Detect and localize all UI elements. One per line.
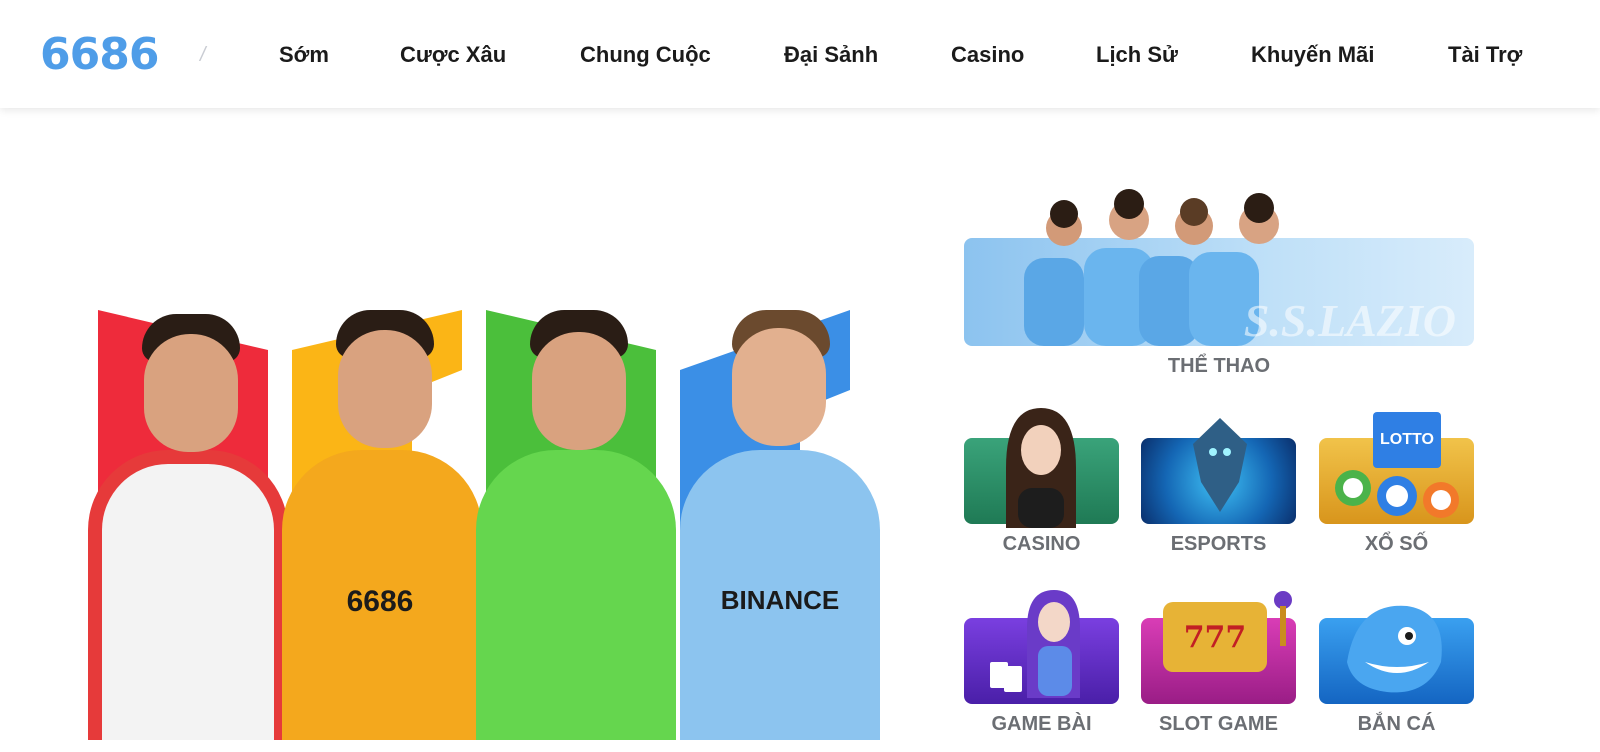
nav-item-khuyen-mai[interactable]: Khuyến Mãi bbox=[1251, 38, 1374, 72]
category-casino[interactable]: CASINO bbox=[964, 408, 1119, 558]
nav-item-dai-sanh[interactable]: Đại Sảnh bbox=[784, 38, 878, 72]
category-game-bai[interactable]: GAME BÀI bbox=[964, 588, 1119, 738]
player-figure bbox=[88, 310, 288, 740]
player-card-wolfsburg[interactable] bbox=[476, 310, 676, 740]
player-face bbox=[144, 334, 238, 452]
esports-warrior-icon bbox=[1193, 418, 1247, 512]
lazio-banner-text: S.S.LAZIO bbox=[1243, 295, 1456, 346]
player-shirt bbox=[476, 450, 676, 740]
category-label: XỔ SỐ bbox=[1364, 533, 1429, 555]
nav-item-tai-tro[interactable]: Tài Trợ bbox=[1448, 38, 1522, 72]
category-label: GAME BÀI bbox=[991, 713, 1092, 735]
hero-players: 6686 BINANCE bbox=[40, 180, 920, 740]
lottery-balls-icon bbox=[1335, 470, 1459, 518]
category-ban-ca[interactable]: BẮN CÁ bbox=[1319, 588, 1474, 738]
category-label: BẮN CÁ bbox=[1357, 713, 1436, 735]
category-slot-game[interactable]: 777 SLOT GAME bbox=[1141, 588, 1296, 738]
category-label: THỂ THAO bbox=[1167, 355, 1271, 377]
player-card-lazio[interactable]: BINANCE bbox=[680, 310, 880, 740]
card-game-girl-icon bbox=[990, 590, 1080, 698]
player-face bbox=[338, 330, 432, 448]
main-nav: Sớm Cược Xâu Chung Cuộc Đại Sảnh Casino … bbox=[0, 38, 1600, 72]
slot-machine-icon: 777 bbox=[1163, 602, 1267, 672]
category-label: SLOT GAME bbox=[1159, 713, 1278, 735]
category-esports[interactable]: ESPORTS bbox=[1141, 408, 1296, 558]
nav-item-casino[interactable]: Casino bbox=[951, 38, 1024, 72]
player-face bbox=[532, 332, 626, 450]
sports-banner-image: S.S.LAZIO bbox=[964, 238, 1474, 346]
player-figure: 6686 bbox=[282, 310, 482, 740]
category-the-thao[interactable]: S.S.LAZIO THỂ THAO bbox=[964, 188, 1474, 380]
player-card-monaco[interactable] bbox=[88, 310, 288, 740]
player-figure bbox=[476, 310, 676, 740]
player-figure: BINANCE bbox=[680, 310, 880, 740]
shirt-sponsor-text: 6686 bbox=[346, 585, 414, 618]
nav-item-chung-cuoc[interactable]: Chung Cuộc bbox=[580, 38, 711, 72]
player-heads-icon bbox=[1046, 189, 1279, 246]
casino-dealer-icon bbox=[1006, 408, 1076, 528]
shark-icon bbox=[1347, 605, 1442, 693]
nav-item-som[interactable]: Sớm bbox=[279, 38, 329, 72]
shirt-sponsor-text: BINANCE bbox=[720, 585, 840, 615]
nav-item-lich-su[interactable]: Lịch Sử bbox=[1096, 38, 1178, 72]
slot-lever-icon bbox=[1274, 591, 1292, 646]
category-label: CASINO bbox=[1002, 533, 1081, 555]
player-card-wolves[interactable]: 6686 bbox=[282, 310, 482, 740]
nav-item-cuoc-xau[interactable]: Cược Xâu bbox=[400, 38, 506, 72]
player-face bbox=[732, 328, 826, 446]
player-shirt bbox=[88, 450, 288, 740]
lotto-ticket-icon: LOTTO bbox=[1373, 412, 1441, 468]
category-xo-so[interactable]: LOTTO XỔ SỐ bbox=[1319, 408, 1474, 558]
category-label: ESPORTS bbox=[1170, 533, 1267, 555]
top-header: 6686 / Sớm Cược Xâu Chung Cuộc Đại Sảnh … bbox=[0, 0, 1600, 108]
